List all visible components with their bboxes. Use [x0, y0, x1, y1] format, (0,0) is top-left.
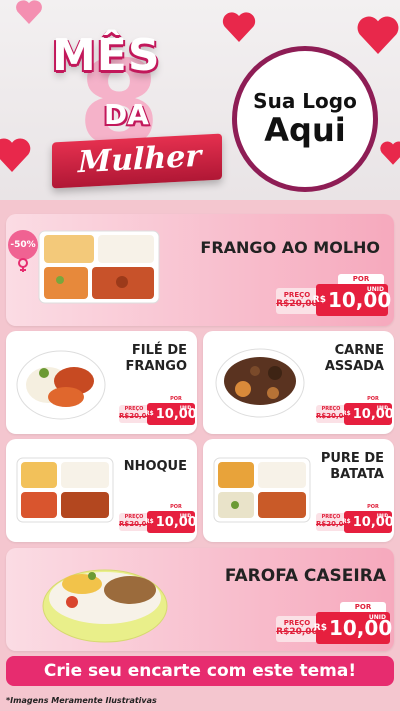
heart-icon [222, 12, 256, 43]
title-line-1: MÊS [52, 30, 161, 81]
price-tag: POR PREÇO R$20,00 R$ 10,00 UNID [119, 395, 197, 425]
logo-placeholder[interactable]: Sua Logo Aqui [232, 46, 378, 192]
product-card-farofa-caseira[interactable]: FAROFA CASEIRA POR PREÇO R$20,00 R$ 10,00 … [6, 548, 394, 651]
price-current: R$ 10,00 UNID [342, 403, 394, 425]
price-por-label: POR [338, 274, 384, 284]
product-card-carne-assada[interactable]: CARNE ASSADA POR PREÇO R$20,00 R$ 10,00 UNI… [203, 331, 394, 434]
product-name: NHOQUE [123, 459, 187, 474]
product-card-pure-de-batata[interactable]: PURE DE BATATA POR PREÇO R$20,00 R$ 10,00 U… [203, 439, 394, 542]
header-banner: 8 MÊS DA Mulher Sua Logo Aqui [0, 0, 400, 200]
heart-icon [356, 16, 400, 54]
price-current: R$ 10,00 UNID [314, 612, 392, 644]
campaign-title: 8 MÊS DA Mulher [20, 16, 222, 196]
product-name: PURE DE BATATA [320, 451, 384, 483]
product-name: FRANGO AO MOLHO [200, 238, 380, 257]
price-old: PREÇO R$20,00 [276, 616, 318, 642]
bowl-meal-icon [215, 348, 305, 418]
price-tag: POR PREÇO R$20,00 R$ 10,00 UNID [276, 602, 392, 644]
bowl-meal-icon [16, 350, 106, 420]
price-por-label: POR [161, 395, 191, 403]
product-card-frango-ao-molho[interactable]: FRANGO AO MOLHO POR PREÇO R$20,00 R$ 10,00… [6, 214, 394, 326]
price-old: PREÇO R$20,00 [276, 288, 318, 314]
female-symbol-icon [18, 258, 28, 272]
bowl-meal-icon [42, 569, 168, 643]
create-flyer-button[interactable]: Crie seu encarte com este tema! [6, 656, 394, 686]
price-current: R$ 10,00 UNID [313, 284, 391, 316]
price-current: R$ 10,00 UNID [145, 403, 197, 425]
tray-meal-icon [213, 457, 311, 523]
price-tag: POR PREÇO R$20,00 R$ 10,00 UNID [276, 274, 391, 316]
price-tag: POR PREÇO R$20,00 R$ 10,00 UNID [119, 503, 197, 533]
tray-meal-icon [16, 457, 114, 523]
logo-line-2: Aqui [264, 111, 346, 150]
heart-icon [380, 140, 400, 166]
price-por-label: POR [340, 602, 386, 612]
price-current: R$ 10,00 UNID [145, 511, 197, 533]
disclaimer-text: *Imagens Meramente Ilustrativas [0, 690, 400, 711]
product-name: FILÉ DE FRANGO [125, 343, 187, 375]
product-card-file-de-frango[interactable]: FILÉ DE FRANGO POR PREÇO R$20,00 R$ 10,00 U… [6, 331, 197, 434]
product-name: FAROFA CASEIRA [224, 566, 386, 586]
product-card-nhoque[interactable]: NHOQUE POR PREÇO R$20,00 R$ 10,00 UNID [6, 439, 197, 542]
price-por-label: POR [358, 503, 388, 511]
title-line-2: DA [104, 98, 149, 131]
logo-line-1: Sua Logo [253, 89, 357, 114]
price-tag: POR PREÇO R$20,00 R$ 10,00 UNID [316, 395, 394, 425]
price-tag: POR PREÇO R$20,00 R$ 10,00 UNID [316, 503, 394, 533]
discount-badge: -50% [8, 230, 38, 260]
tray-meal-icon [38, 230, 160, 304]
price-por-label: POR [358, 395, 388, 403]
title-script: Mulher [78, 138, 202, 181]
price-current: R$ 10,00 UNID [342, 511, 394, 533]
price-por-label: POR [161, 503, 191, 511]
product-name: CARNE ASSADA [324, 343, 384, 375]
